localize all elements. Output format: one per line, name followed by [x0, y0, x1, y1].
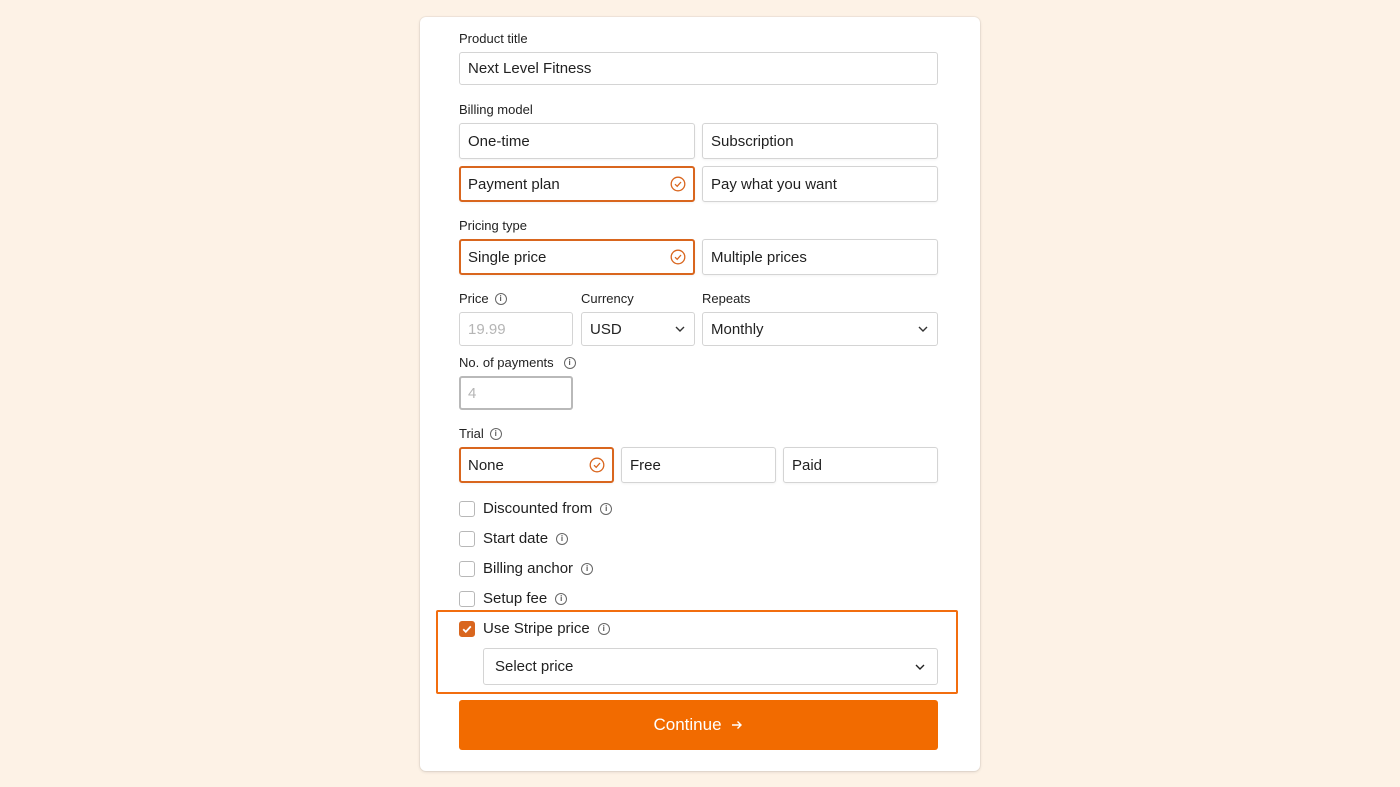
chevron-down-icon	[918, 326, 928, 332]
pricing-type-label: Pricing type	[459, 218, 527, 233]
option-setup-fee[interactable]: Setup fee i	[459, 590, 568, 607]
billing-option-payment-plan[interactable]: Payment plan	[459, 166, 695, 202]
product-title-input[interactable]: Next Level Fitness	[459, 52, 938, 85]
price-input[interactable]: 19.99	[459, 312, 573, 346]
trial-label: Trial i	[459, 426, 502, 441]
checkmark-icon	[462, 625, 472, 633]
info-icon[interactable]: i	[494, 292, 507, 305]
payments-input[interactable]: 4	[459, 376, 573, 410]
payments-label: No. of payments i	[459, 355, 576, 370]
checkbox[interactable]	[459, 590, 475, 607]
continue-button[interactable]: Continue	[459, 700, 938, 750]
billing-option-one-time[interactable]: One-time	[459, 123, 695, 159]
billing-model-label: Billing model	[459, 102, 533, 117]
checkbox[interactable]	[459, 560, 475, 577]
check-circle-icon	[670, 176, 686, 192]
option-use-stripe-price[interactable]: Use Stripe price i	[459, 620, 610, 637]
repeats-select[interactable]: Monthly	[702, 312, 938, 346]
info-icon[interactable]: i	[555, 592, 568, 605]
trial-option-none[interactable]: None	[459, 447, 614, 483]
billing-option-subscription[interactable]: Subscription	[702, 123, 938, 159]
arrow-right-icon	[731, 721, 742, 729]
info-icon[interactable]: i	[563, 356, 576, 369]
trial-option-paid[interactable]: Paid	[783, 447, 938, 483]
trial-option-free[interactable]: Free	[621, 447, 776, 483]
info-icon[interactable]: i	[597, 622, 610, 635]
check-circle-icon	[670, 249, 686, 265]
checkbox[interactable]	[459, 530, 475, 547]
info-icon[interactable]: i	[556, 532, 569, 545]
repeats-label: Repeats	[702, 291, 751, 306]
currency-select[interactable]: USD	[581, 312, 695, 346]
currency-label: Currency	[581, 291, 634, 306]
stripe-price-select[interactable]: Select price	[483, 648, 938, 685]
pricing-option-multiple-prices[interactable]: Multiple prices	[702, 239, 938, 275]
product-title-label: Product title	[459, 31, 528, 46]
option-discounted-from[interactable]: Discounted from i	[459, 500, 613, 517]
chevron-down-icon	[675, 326, 685, 332]
option-start-date[interactable]: Start date i	[459, 530, 569, 547]
chevron-down-icon	[915, 664, 925, 670]
check-circle-icon	[589, 457, 605, 473]
checkbox-checked[interactable]	[459, 620, 475, 637]
info-icon[interactable]: i	[489, 427, 502, 440]
checkbox[interactable]	[459, 500, 475, 517]
info-icon[interactable]: i	[581, 562, 594, 575]
billing-option-pay-what-you-want[interactable]: Pay what you want	[702, 166, 938, 202]
option-billing-anchor[interactable]: Billing anchor i	[459, 560, 594, 577]
pricing-option-single-price[interactable]: Single price	[459, 239, 695, 275]
price-label: Price i	[459, 291, 507, 306]
info-icon[interactable]: i	[600, 502, 613, 515]
